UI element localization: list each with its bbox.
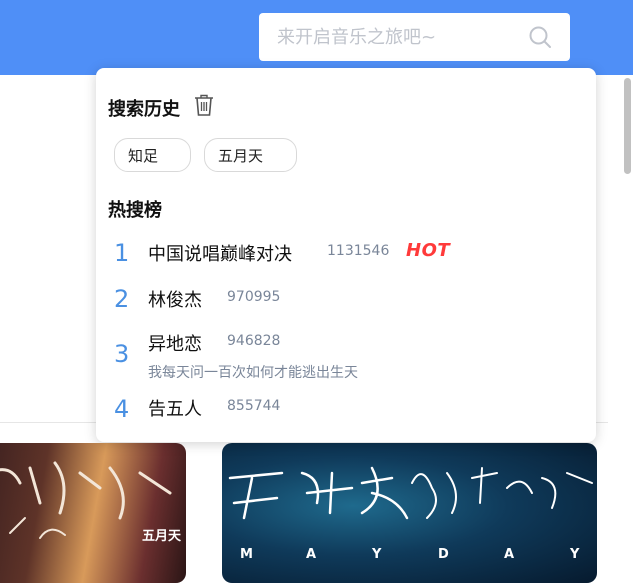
hot-search-item[interactable]: 3 异地恋 946828 我每天问一百次如何才能逃出生天	[96, 328, 596, 384]
rank-number: 2	[114, 285, 130, 313]
album-letter: Y	[372, 547, 382, 562]
search-icon[interactable]	[528, 25, 552, 49]
song-title: 异地恋	[148, 334, 202, 355]
hot-badge: HOT	[406, 240, 451, 261]
top-bar	[0, 0, 633, 75]
hot-title: 热搜榜	[108, 200, 162, 221]
search-count: 855744	[227, 398, 281, 414]
album-letter: A	[504, 547, 515, 562]
hot-search-item[interactable]: 4 告五人 855744	[96, 394, 596, 430]
rank-number: 3	[114, 340, 130, 368]
hot-search-item[interactable]: 2 林俊杰 970995	[96, 284, 596, 320]
search-input[interactable]	[259, 13, 527, 61]
album-letter: D	[438, 547, 449, 562]
album-label-left: 五月天	[142, 529, 182, 544]
song-title: 告五人	[148, 399, 202, 420]
album-card-right[interactable]: M A Y D A Y	[222, 443, 597, 583]
scrollbar-thumb[interactable]	[624, 78, 631, 174]
album-card-left[interactable]: 五月天	[0, 443, 186, 583]
history-tag[interactable]: 五月天	[204, 138, 297, 172]
search-box[interactable]	[259, 13, 570, 61]
rank-number: 4	[114, 395, 130, 423]
history-title: 搜索历史	[108, 99, 180, 120]
song-subtitle: 我每天问一百次如何才能逃出生天	[148, 365, 358, 381]
album-art-right	[228, 466, 593, 520]
hot-search-item[interactable]: 1 中国说唱巅峰对决 1131546 HOT	[96, 238, 596, 274]
history-tag[interactable]: 知足	[114, 138, 191, 172]
album-letter: Y	[570, 547, 580, 562]
album-art-left	[0, 461, 172, 539]
album-letter: A	[306, 547, 317, 562]
search-count: 1131546	[327, 243, 390, 259]
search-count: 970995	[227, 289, 281, 305]
search-dropdown: 搜索历史 知足 五月天 热搜榜 1 中国说唱巅峰对决 1131546 HOT 2…	[96, 68, 596, 442]
song-title: 中国说唱巅峰对决	[148, 244, 292, 265]
search-count: 946828	[227, 333, 281, 349]
rank-number: 1	[114, 239, 130, 267]
song-title: 林俊杰	[148, 290, 202, 311]
trash-icon[interactable]	[194, 94, 214, 116]
album-letter: M	[240, 547, 253, 562]
